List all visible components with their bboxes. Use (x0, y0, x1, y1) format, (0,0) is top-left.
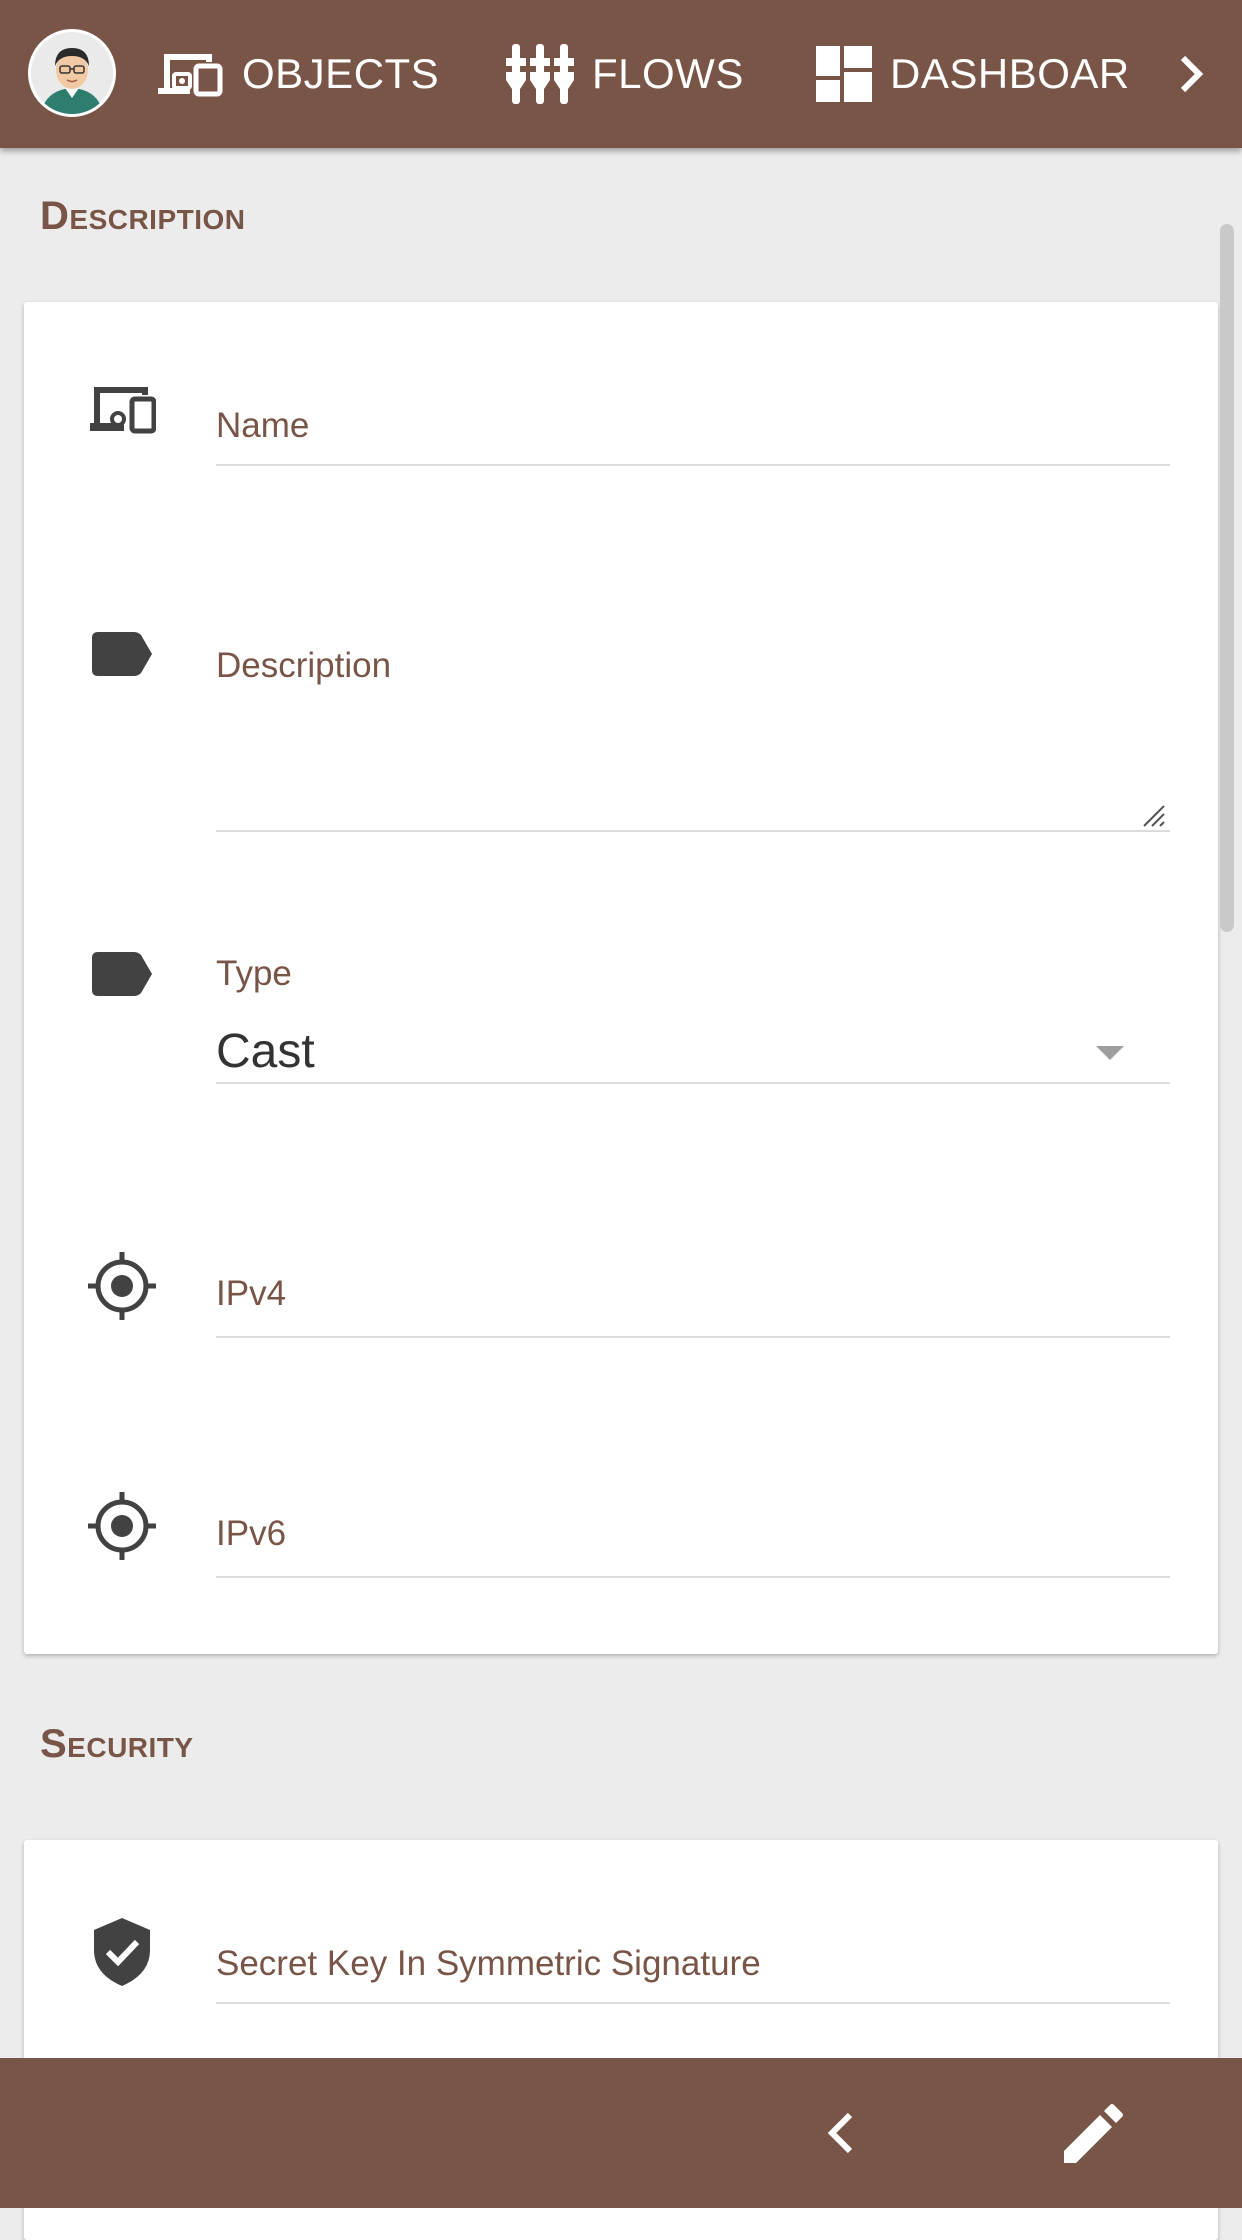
top-nav-bar: OBJECTS FLOWS DASHBOAR (0, 0, 1242, 148)
nav-flows-label: FLOWS (592, 50, 744, 97)
name-input[interactable] (216, 464, 1170, 466)
user-avatar[interactable] (28, 29, 116, 117)
name-field-label: Name (216, 406, 310, 445)
flows-icon (506, 44, 574, 104)
devices-icon (84, 372, 160, 448)
type-field-label: Type (216, 954, 292, 993)
label-icon (84, 936, 160, 1012)
section-title-security: Security (40, 1722, 194, 1766)
back-button[interactable] (808, 2100, 874, 2166)
nav-next-button[interactable] (1162, 44, 1222, 104)
avatar-icon (31, 32, 113, 114)
label-icon (84, 616, 160, 692)
dropdown-arrow-icon[interactable] (1096, 1046, 1124, 1060)
ipv4-field-label: IPv4 (216, 1274, 287, 1313)
nav-objects[interactable]: OBJECTS (156, 0, 439, 148)
crosshair-icon (84, 1248, 160, 1324)
resize-handle-icon[interactable] (1140, 802, 1166, 833)
secret-key-input[interactable] (216, 2002, 1170, 2004)
chevron-right-icon (1180, 55, 1204, 93)
description-textarea[interactable] (216, 830, 1170, 832)
description-field-label: Description (216, 646, 392, 685)
description-card: Name Description Type Cast IPv4 IPv6 (24, 302, 1218, 1654)
chevron-left-icon (827, 2112, 853, 2154)
type-select[interactable] (216, 1082, 1170, 1084)
ipv6-field-label: IPv6 (216, 1514, 287, 1553)
pencil-icon (1064, 2104, 1123, 2163)
nav-dashboard-label: DASHBOAR (890, 50, 1130, 97)
edit-button[interactable] (1054, 2100, 1134, 2166)
nav-dashboard[interactable]: DASHBOAR (816, 0, 1130, 148)
secret-key-field-label: Secret Key In Symmetric Signature (216, 1944, 761, 1983)
nav-flows[interactable]: FLOWS (506, 0, 744, 148)
nav-objects-label: OBJECTS (242, 50, 440, 97)
scrollbar[interactable] (1220, 224, 1234, 932)
ipv6-input[interactable] (216, 1576, 1170, 1578)
section-title-description: Description (40, 194, 246, 238)
ipv4-input[interactable] (216, 1336, 1170, 1338)
dashboard-icon (816, 46, 872, 102)
bottom-action-bar (0, 2058, 1242, 2208)
type-select-value[interactable]: Cast (216, 1024, 315, 1079)
shield-check-icon (84, 1914, 160, 1990)
devices-icon (158, 54, 223, 97)
crosshair-icon (84, 1488, 160, 1564)
